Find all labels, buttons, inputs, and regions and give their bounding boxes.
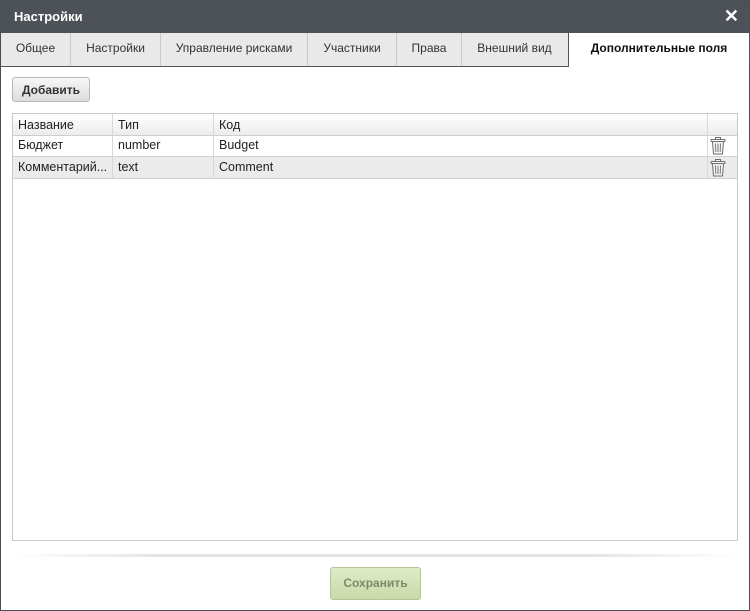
grid-header: Название Тип Код	[13, 114, 737, 136]
add-button[interactable]: Добавить	[12, 77, 90, 102]
tab-participants[interactable]: Участники	[308, 33, 397, 66]
column-header-type[interactable]: Тип	[113, 114, 214, 135]
trash-icon[interactable]	[710, 137, 726, 155]
cell-type: number	[113, 135, 214, 157]
fields-grid: Название Тип Код Бюджет number Budget Ко…	[12, 113, 738, 541]
footer-divider	[12, 554, 738, 557]
title-bar: Настройки ✕	[1, 1, 749, 33]
settings-dialog: Настройки ✕ Общее Настройки Управление р…	[0, 0, 750, 611]
close-icon[interactable]: ✕	[724, 6, 739, 26]
tab-settings[interactable]: Настройки	[71, 33, 161, 66]
tab-appearance[interactable]: Внешний вид	[462, 33, 567, 66]
cell-name: Бюджет	[13, 135, 113, 157]
column-header-name[interactable]: Название	[13, 114, 113, 135]
cell-type: text	[113, 157, 214, 179]
tab-bar: Общее Настройки Управление рисками Участ…	[1, 33, 750, 67]
tab-general[interactable]: Общее	[1, 33, 71, 66]
column-header-code[interactable]: Код	[214, 114, 708, 135]
tab-risk-management[interactable]: Управление рисками	[161, 33, 308, 66]
save-button[interactable]: Сохранить	[330, 567, 421, 600]
cell-code: Comment	[214, 157, 708, 179]
dialog-title: Настройки	[14, 9, 83, 24]
tab-rights[interactable]: Права	[397, 33, 462, 66]
table-row[interactable]: Бюджет number Budget	[13, 135, 737, 157]
cell-code: Budget	[214, 135, 708, 157]
trash-icon[interactable]	[710, 159, 726, 177]
cell-name: Комментарий...	[13, 157, 113, 179]
table-row[interactable]: Комментарий... text Comment	[13, 157, 737, 179]
tab-additional-fields[interactable]: Дополнительные поля	[568, 33, 750, 67]
